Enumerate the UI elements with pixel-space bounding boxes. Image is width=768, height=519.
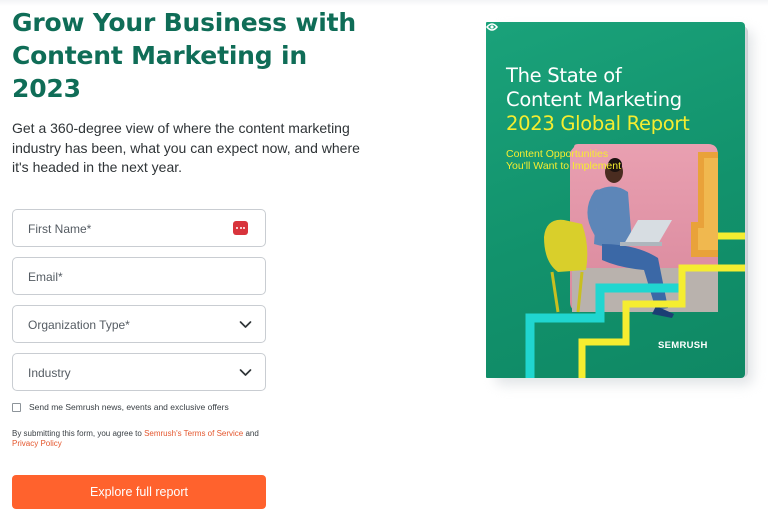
email-placeholder: Email* <box>28 270 63 284</box>
legal-and: and <box>243 429 259 438</box>
chevron-down-icon <box>239 369 252 376</box>
cover-title: The State of Content Marketing 2023 Glob… <box>506 64 742 136</box>
legal-prefix: By submitting this form, you agree to <box>12 429 145 438</box>
cover-title-line-1: The State of <box>506 64 622 87</box>
first-name-field[interactable]: First Name* <box>12 209 266 247</box>
intro-text: Get a 360-degree view of where the conte… <box>12 120 360 175</box>
password-manager-icon[interactable] <box>233 221 248 235</box>
report-cover-image: The State of Content Marketing 2023 Glob… <box>486 22 745 378</box>
cover-title-line-3: 2023 Global Report <box>506 112 690 135</box>
cover-title-line-2: Content Marketing <box>506 88 682 111</box>
semrush-logo-icon <box>486 23 498 31</box>
newsletter-checkbox-label[interactable]: Send me Semrush news, events and exclusi… <box>29 402 229 412</box>
privacy-policy-link[interactable]: Privacy Policy <box>12 439 62 448</box>
email-field[interactable]: Email* <box>12 257 266 295</box>
page-headline: Grow Your Business with Content Marketin… <box>12 8 356 103</box>
explore-full-report-button[interactable]: Explore full report <box>12 475 266 509</box>
terms-of-service-link[interactable]: Semrush's Terms of Service <box>144 429 243 438</box>
chevron-down-icon <box>239 321 252 328</box>
legal-notice: By submitting this form, you agree to Se… <box>12 429 272 449</box>
first-name-placeholder: First Name* <box>28 222 92 236</box>
cover-brand: SEMRUSH <box>658 340 708 351</box>
industry-placeholder: Industry <box>28 366 71 380</box>
organization-type-placeholder: Organization Type* <box>28 318 130 332</box>
organization-type-select[interactable]: Organization Type* <box>12 305 266 343</box>
cover-subtitle: Content Opportunities You'll Want to Imp… <box>506 148 622 172</box>
industry-select[interactable]: Industry <box>12 353 266 391</box>
newsletter-checkbox[interactable] <box>12 403 21 412</box>
